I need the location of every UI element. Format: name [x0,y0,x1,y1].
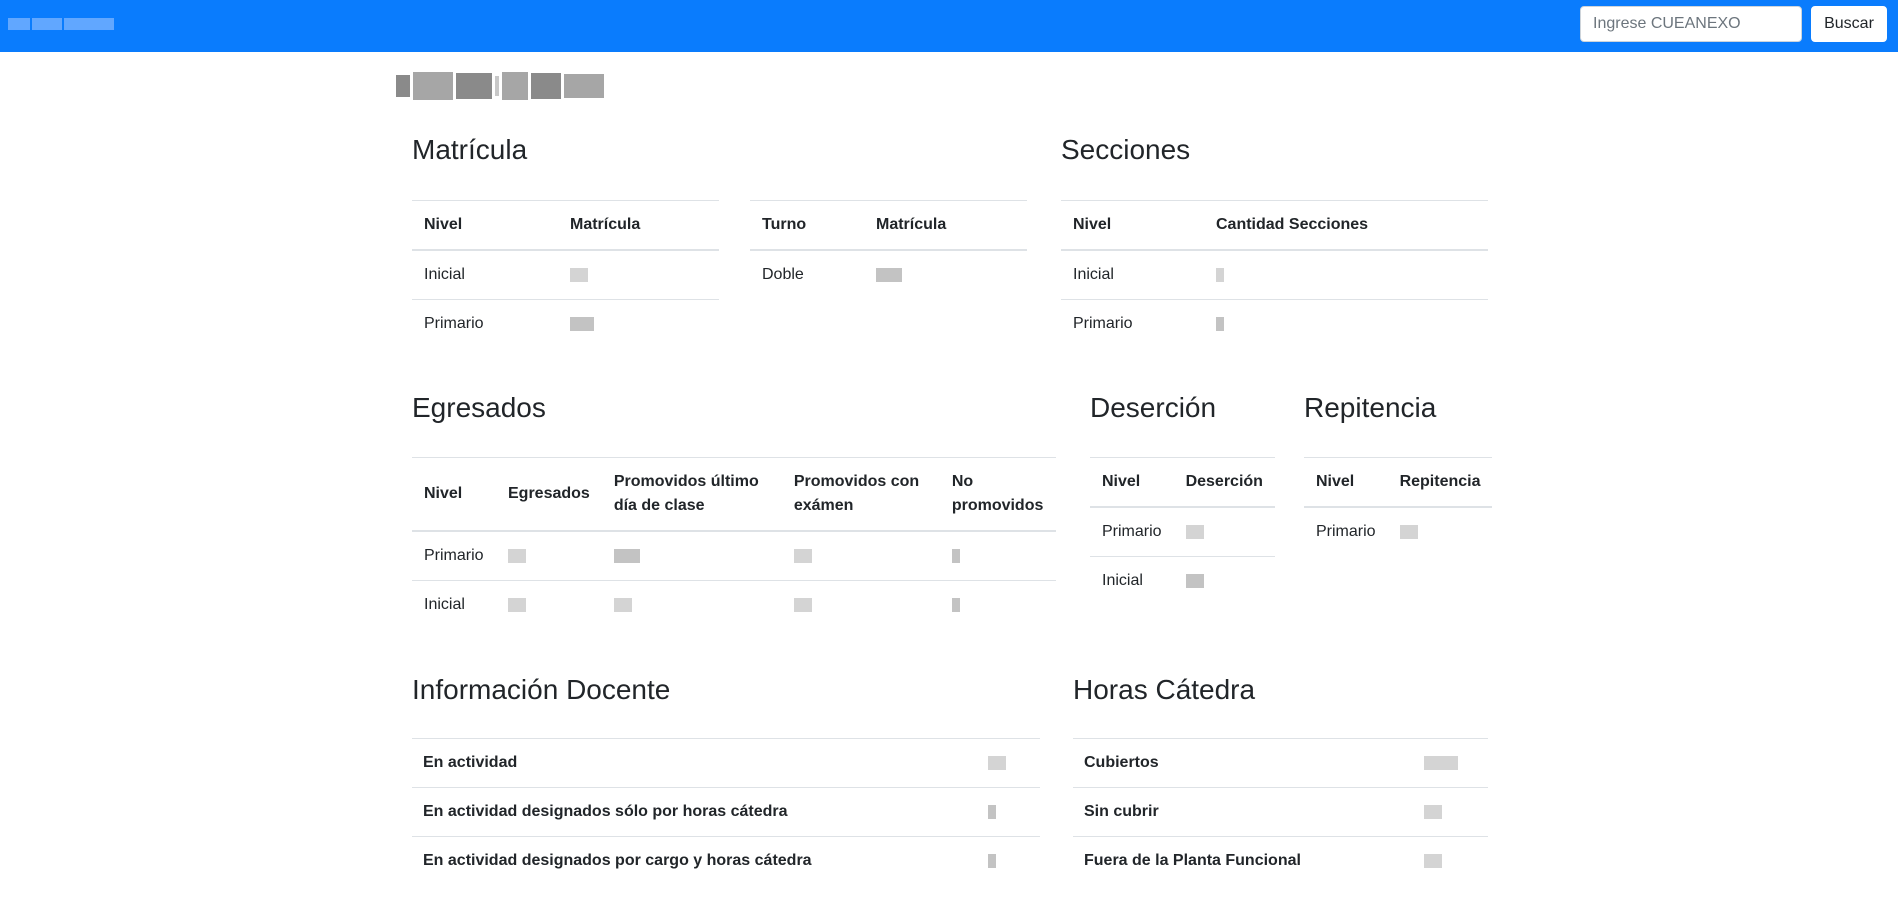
table-row: En actividad [412,738,1040,788]
repitencia-table: Nivel Repitencia Primario [1304,457,1493,556]
cell-redacted [781,580,940,629]
matricula-nivel-table: Nivel Matrícula Inicial Primario [412,200,719,348]
table-row: Primario [412,299,719,348]
col-matricula: Matrícula [864,200,1027,251]
table-row: Primario [412,530,1056,581]
col-cantidad-secciones: Cantidad Secciones [1204,200,1488,251]
col-desercion: Deserción [1173,457,1275,508]
cell-nivel: Inicial [1090,556,1174,605]
cell-redacted [1387,506,1493,556]
row-label: Sin cubrir [1073,787,1389,837]
cell-redacted [1388,787,1488,837]
row-label: En actividad designados por cargo y hora… [412,836,956,885]
table-row: Sin cubrir [1073,787,1488,837]
matricula-title: Matrícula [412,134,528,165]
col-repitencia: Repitencia [1387,457,1493,508]
search-input[interactable] [1580,6,1802,42]
cell-redacted [955,787,1040,837]
col-nivel: Nivel [1061,200,1204,251]
row-label: Fuera de la Planta Funcional [1073,836,1389,885]
docente-title: Información Docente [412,674,671,705]
table-row: Cubiertos [1073,738,1488,788]
desercion-title: Deserción [1090,392,1217,423]
col-turno: Turno [750,200,864,251]
col-no-promovidos: No promovidos [939,457,1056,532]
cell-redacted [558,249,719,300]
row-label: En actividad designados sólo por horas c… [412,787,956,837]
cell-redacted [601,580,782,629]
cell-nivel: Primario [1061,299,1204,348]
table-row: Inicial [1090,556,1275,605]
cell-nivel: Primario [1090,506,1174,557]
egresados-title: Egresados [412,392,546,423]
cell-redacted [864,249,1027,299]
cell-redacted [1204,249,1488,300]
cell-nivel: Primario [412,530,496,581]
col-promovidos-ultimo-dia: Promovidos último día de clase [601,457,782,532]
col-matricula: Matrícula [558,200,719,251]
col-nivel: Nivel [412,457,496,532]
horas-table: Cubiertos Sin cubrir Fuera de la Planta … [1073,738,1488,885]
cell-nivel: Inicial [1061,249,1204,300]
table-row: Inicial [1061,249,1488,300]
cell-redacted [496,530,602,581]
secciones-table: Nivel Cantidad Secciones Inicial Primari… [1061,200,1488,348]
cell-redacted [601,530,782,581]
table-row: Inicial [412,249,719,300]
table-row: En actividad designados sólo por horas c… [412,787,1040,837]
table-row: Doble [750,249,1027,299]
cell-redacted [1388,738,1488,788]
col-egresados: Egresados [496,457,602,532]
col-nivel: Nivel [412,200,558,251]
matricula-turno-table: Turno Matrícula Doble [750,200,1027,299]
col-nivel: Nivel [1304,457,1388,508]
cell-redacted [1388,836,1488,885]
row-label: En actividad [412,738,956,788]
secciones-title: Secciones [1061,134,1191,165]
cell-redacted [955,738,1040,788]
table-row: Primario [1061,299,1488,348]
school-name-redacted [396,70,604,102]
brand-logo[interactable] [8,14,118,34]
cell-nivel: Primario [1304,506,1388,556]
col-promovidos-examen: Promovidos con exámen [781,457,940,532]
cell-redacted [1173,556,1275,605]
cell-redacted [939,530,1056,581]
cell-turno: Doble [750,249,864,299]
horas-title: Horas Cátedra [1073,674,1256,705]
cell-nivel: Inicial [412,580,496,629]
table-row: Primario [1304,506,1493,556]
table-row: Primario [1090,506,1275,557]
repitencia-title: Repitencia [1304,392,1437,423]
table-row: Fuera de la Planta Funcional [1073,836,1488,885]
cell-nivel: Inicial [412,249,558,300]
cell-redacted [558,299,719,348]
cell-redacted [496,580,602,629]
cell-redacted [1173,506,1275,557]
row-label: Cubiertos [1073,738,1389,788]
col-nivel: Nivel [1090,457,1174,508]
table-row: En actividad designados por cargo y hora… [412,836,1040,885]
table-row: Inicial [412,580,1056,629]
cell-redacted [955,836,1040,885]
desercion-table: Nivel Deserción Primario Inicial [1090,457,1275,605]
cell-nivel: Primario [412,299,558,348]
cell-redacted [781,530,940,581]
cell-redacted [939,580,1056,629]
navbar: Buscar [0,0,1898,52]
cell-redacted [1204,299,1488,348]
egresados-table: Nivel Egresados Promovidos último día de… [412,457,1056,629]
docente-table: En actividad En actividad designados sól… [412,738,1040,885]
search-button[interactable]: Buscar [1811,6,1887,42]
